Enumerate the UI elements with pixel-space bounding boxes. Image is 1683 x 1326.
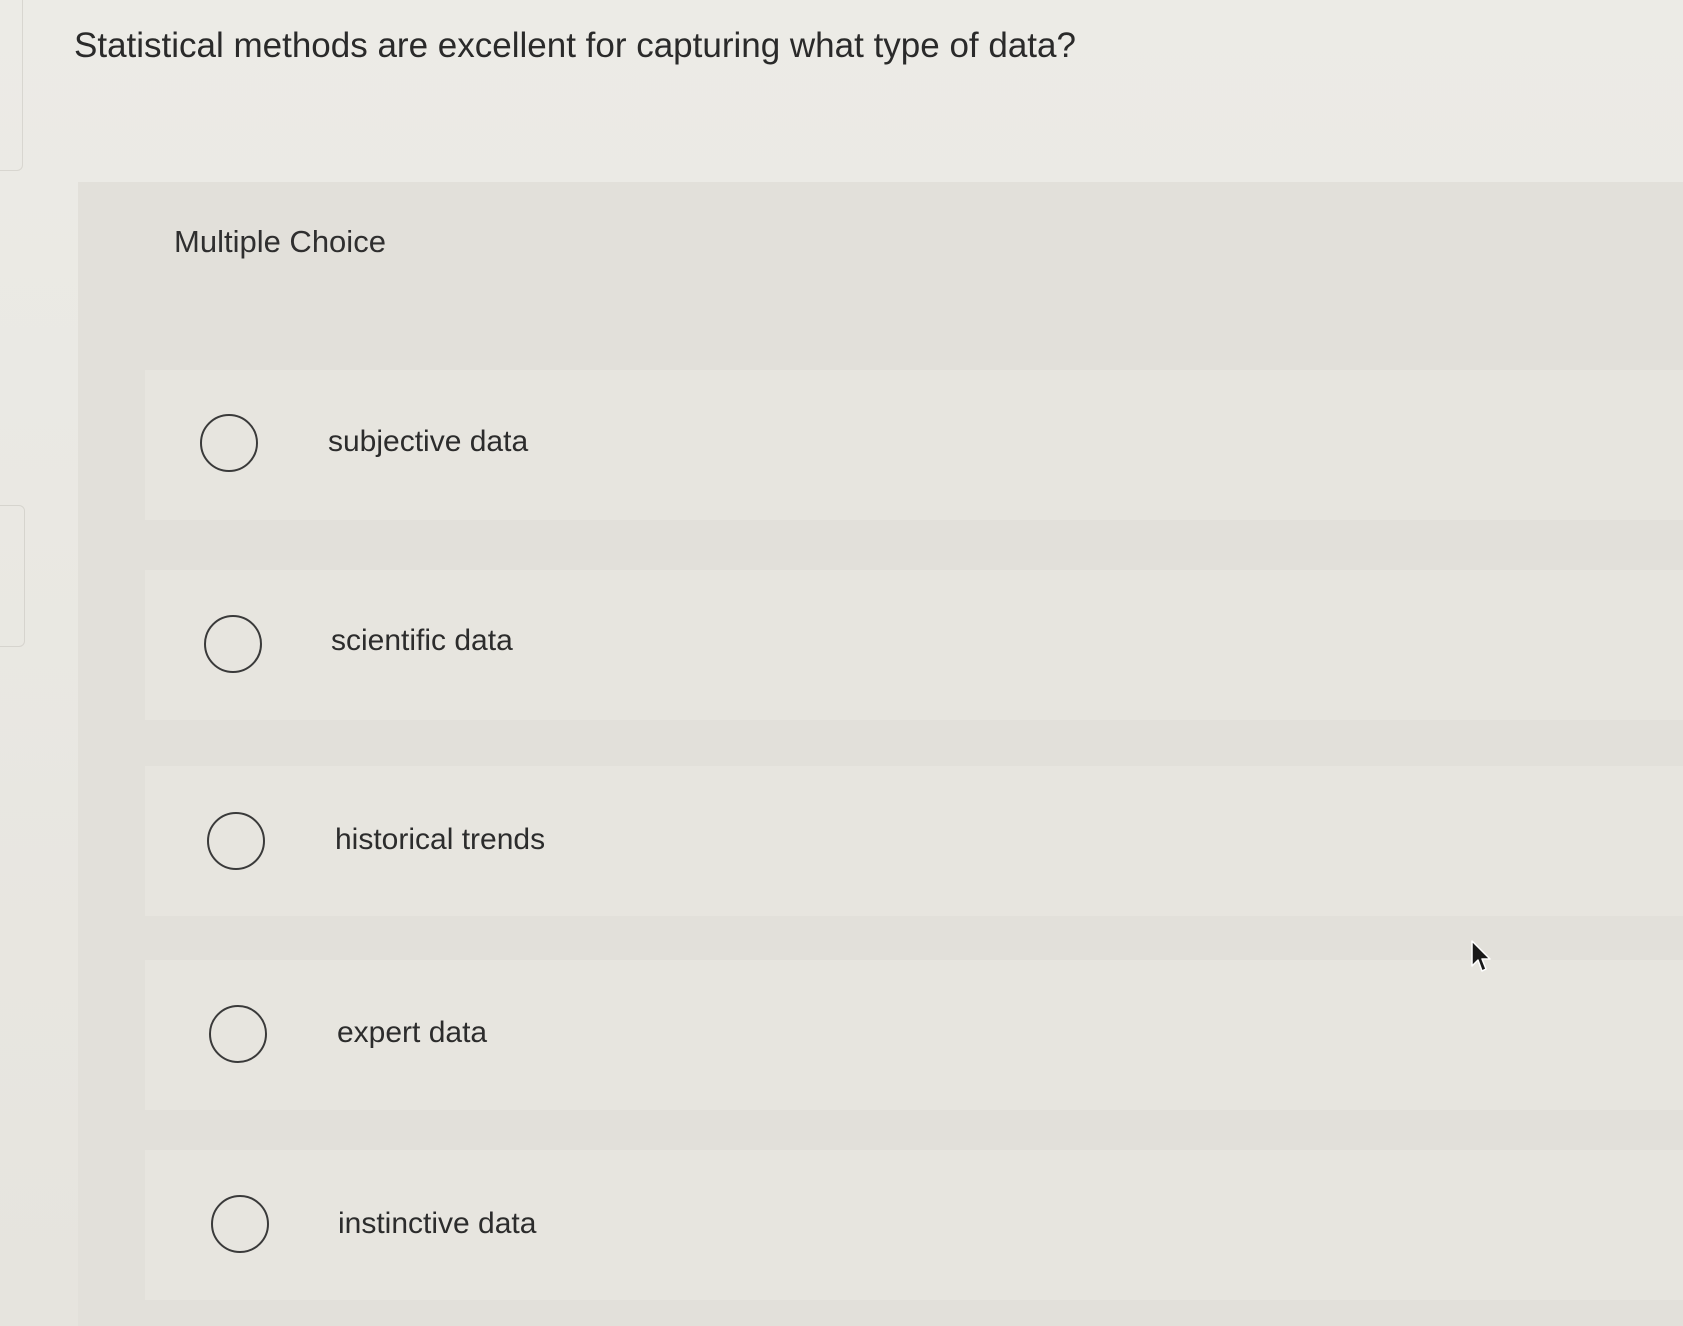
option-historical-trends[interactable]: historical trends — [145, 766, 1683, 916]
option-subjective-data[interactable]: subjective data — [145, 370, 1683, 520]
option-label: subjective data — [328, 425, 529, 458]
option-label: historical trends — [335, 823, 546, 856]
question-text: Statistical methods are excellent for ca… — [74, 26, 1076, 65]
quiz-page: Statistical methods are excellent for ca… — [0, 0, 1683, 1326]
left-edge-frame — [0, 0, 23, 171]
multiple-choice-label: Multiple Choice — [174, 224, 386, 259]
radio-unselected-icon[interactable] — [200, 414, 258, 472]
option-expert-data[interactable]: expert data — [145, 960, 1683, 1110]
left-edge-tab — [0, 505, 25, 647]
radio-unselected-icon[interactable] — [204, 615, 262, 673]
radio-unselected-icon[interactable] — [207, 812, 265, 870]
option-label: scientific data — [331, 624, 513, 657]
radio-unselected-icon[interactable] — [211, 1195, 269, 1253]
option-scientific-data[interactable]: scientific data — [145, 570, 1683, 720]
option-label: expert data — [337, 1016, 488, 1049]
radio-unselected-icon[interactable] — [209, 1005, 267, 1063]
option-instinctive-data[interactable]: instinctive data — [145, 1150, 1683, 1300]
mouse-pointer-icon — [1471, 940, 1491, 972]
option-label: instinctive data — [338, 1207, 537, 1240]
